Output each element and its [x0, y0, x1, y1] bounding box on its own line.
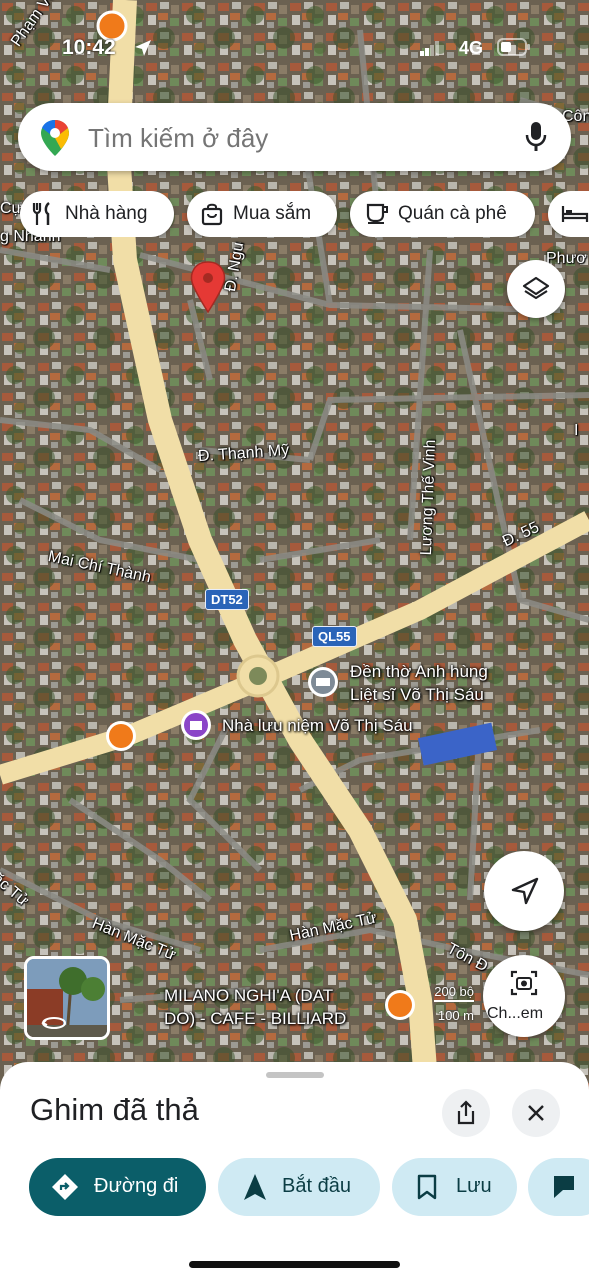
home-indicator[interactable]	[189, 1261, 400, 1268]
poi-label-cafe[interactable]: MILANO NGHI'A (DAT DO) - CAFE - BILLIARD	[164, 984, 346, 1030]
share-icon	[457, 1100, 475, 1125]
chip-restaurants[interactable]: Nhà hàng	[20, 191, 174, 237]
flag-button[interactable]	[528, 1158, 589, 1216]
sheet-title: Ghim đã thả	[30, 1092, 199, 1127]
street-label: Cự	[0, 200, 23, 217]
search-input[interactable]	[86, 117, 510, 159]
google-maps-logo-icon	[41, 120, 69, 156]
street-view-image	[27, 959, 107, 1037]
directions-icon	[52, 1174, 78, 1200]
status-bar: 10:42 4G	[0, 28, 589, 68]
search-bar[interactable]	[18, 103, 571, 171]
save-button[interactable]: Lưu	[392, 1158, 517, 1216]
navigation-start-icon	[244, 1174, 266, 1200]
status-time: 10:42	[62, 36, 116, 59]
chip-cafe[interactable]: Quán cà phê	[350, 191, 535, 237]
coffee-cup-icon	[366, 203, 388, 224]
location-arrow-icon	[135, 40, 151, 56]
chip-hotels[interactable]	[548, 191, 589, 237]
chip-label: Mua sắm	[233, 203, 312, 224]
fork-knife-icon	[32, 202, 50, 225]
directions-label: Đường đi	[94, 1175, 179, 1197]
street-label: I	[574, 422, 579, 439]
battery-icon	[497, 38, 530, 56]
navigation-arrow-icon	[511, 877, 539, 905]
chip-label: Nhà hàng	[65, 203, 148, 224]
share-button[interactable]	[442, 1089, 490, 1137]
route-shield-dt52: DT52	[205, 589, 249, 610]
flag-icon	[554, 1176, 574, 1198]
bed-icon	[561, 206, 589, 222]
rotate-360-icon	[41, 1017, 66, 1029]
start-button[interactable]: Bắt đầu	[218, 1158, 380, 1216]
layers-button[interactable]	[507, 260, 565, 318]
network-type: 4G	[459, 38, 484, 58]
chip-label: Quán cà phê	[398, 203, 507, 224]
close-button[interactable]	[512, 1089, 560, 1137]
place-bottom-sheet: Ghim đã thả Đường đi Bắt đầu Lưu	[0, 1062, 589, 1280]
image-search-button[interactable]: Ch...em	[483, 955, 565, 1037]
signal-icon	[420, 41, 439, 56]
image-search-label: Ch...em	[487, 1005, 544, 1022]
route-shield-ql55: QL55	[312, 626, 357, 647]
shopping-bag-icon	[201, 203, 223, 226]
scale-ft: 200 bộ	[434, 984, 474, 1002]
poi-label-temple[interactable]: Đền thờ Anh hùng Liệt sĩ Võ Thị Sáu	[350, 660, 488, 706]
poi-label-museum[interactable]: Nhà lưu niệm Võ Thị Sáu	[222, 716, 413, 736]
layers-icon	[522, 276, 550, 300]
category-chips: Nhà hàng Mua sắm Quán cà phê	[20, 191, 589, 237]
save-label: Lưu	[456, 1175, 492, 1197]
microphone-icon[interactable]	[524, 121, 548, 153]
directions-button[interactable]: Đường đi	[29, 1158, 206, 1216]
start-label: Bắt đầu	[282, 1175, 351, 1197]
camera-scan-icon	[510, 970, 538, 996]
sheet-drag-handle[interactable]	[266, 1072, 324, 1078]
bookmark-icon	[417, 1174, 437, 1200]
map-scale: 200 bộ 100 m	[412, 984, 474, 1024]
my-location-button[interactable]	[484, 851, 564, 931]
chip-shopping[interactable]: Mua sắm	[187, 191, 337, 237]
scale-m: 100 m	[437, 1008, 474, 1023]
close-icon	[528, 1105, 544, 1121]
street-view-thumbnail[interactable]	[24, 956, 110, 1040]
